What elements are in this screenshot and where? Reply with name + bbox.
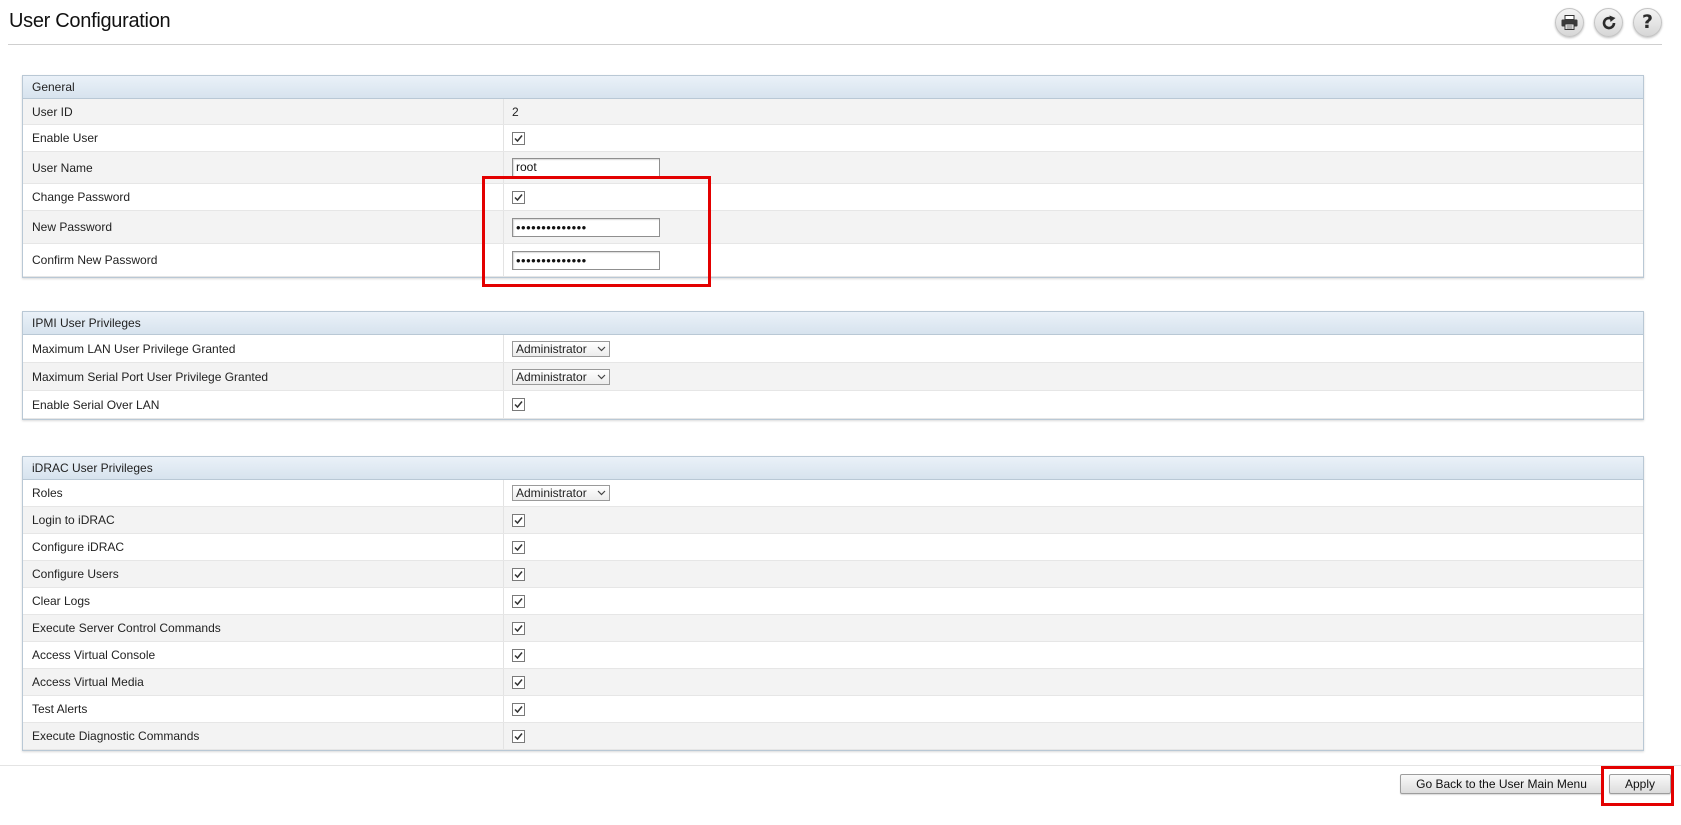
user-id-label: User ID bbox=[32, 104, 73, 119]
privilege-row: Execute Server Control Commands bbox=[23, 615, 1643, 642]
sol-row: Enable Serial Over LAN bbox=[23, 391, 1643, 419]
privilege-checkbox[interactable] bbox=[512, 702, 525, 716]
enable-user-row: Enable User bbox=[23, 125, 1643, 152]
general-panel-title: General bbox=[23, 76, 1643, 99]
user-id-row: User ID 2 bbox=[23, 99, 1643, 125]
user-name-row: User Name root bbox=[23, 152, 1643, 184]
privilege-label: Test Alerts bbox=[32, 702, 88, 716]
lan-privilege-value: Administrator bbox=[516, 341, 587, 356]
help-icon[interactable]: ? bbox=[1633, 8, 1662, 37]
privilege-row: Clear Logs bbox=[23, 588, 1643, 615]
privilege-label: Configure Users bbox=[32, 567, 119, 581]
privilege-label: Configure iDRAC bbox=[32, 540, 125, 554]
privilege-checkbox[interactable] bbox=[512, 540, 525, 554]
privilege-checkbox[interactable] bbox=[512, 648, 525, 662]
privilege-label: Access Virtual Console bbox=[32, 648, 156, 662]
check-icon bbox=[514, 401, 523, 409]
check-icon bbox=[514, 732, 523, 740]
confirm-password-input[interactable]: •••••••••••••• bbox=[512, 250, 660, 270]
privilege-checkbox[interactable] bbox=[512, 594, 525, 608]
page-title: User Configuration bbox=[9, 10, 171, 32]
chevron-down-icon bbox=[597, 490, 606, 496]
privilege-row: Configure iDRAC bbox=[23, 534, 1643, 561]
privilege-label: Login to iDRAC bbox=[32, 513, 115, 527]
enable-user-checkbox[interactable] bbox=[512, 131, 525, 145]
check-icon bbox=[514, 597, 523, 605]
user-name-label: User Name bbox=[32, 160, 93, 175]
sol-checkbox[interactable] bbox=[512, 398, 525, 411]
chevron-down-icon bbox=[597, 346, 606, 351]
privilege-row: Access Virtual Media bbox=[23, 669, 1643, 696]
check-icon bbox=[514, 705, 523, 713]
check-icon bbox=[514, 624, 523, 632]
chevron-down-icon bbox=[597, 374, 606, 379]
privilege-row: Login to iDRAC bbox=[23, 507, 1643, 534]
confirm-password-row: Confirm New Password •••••••••••••• bbox=[23, 244, 1643, 277]
privilege-checkbox[interactable] bbox=[512, 621, 525, 635]
check-icon bbox=[514, 543, 523, 551]
roles-label: Roles bbox=[32, 486, 63, 500]
lan-privilege-row: Maximum LAN User Privilege Granted Admin… bbox=[23, 335, 1643, 363]
privilege-checkbox[interactable] bbox=[512, 675, 525, 689]
serial-privilege-value: Administrator bbox=[516, 369, 587, 384]
back-to-user-menu-button[interactable]: Go Back to the User Main Menu bbox=[1400, 774, 1603, 794]
ipmi-panel: IPMI User Privileges Maximum LAN User Pr… bbox=[22, 311, 1644, 420]
lan-privilege-select[interactable]: Administrator bbox=[512, 340, 610, 357]
check-icon bbox=[514, 134, 523, 142]
serial-privilege-label: Maximum Serial Port User Privilege Grant… bbox=[32, 369, 269, 384]
new-password-label: New Password bbox=[32, 220, 113, 234]
serial-privilege-select[interactable]: Administrator bbox=[512, 368, 610, 385]
check-icon bbox=[514, 193, 523, 201]
privilege-row: Execute Diagnostic Commands bbox=[23, 723, 1643, 750]
idrac-panel-title: iDRAC User Privileges bbox=[23, 457, 1643, 480]
check-icon bbox=[514, 651, 523, 659]
privilege-row: Test Alerts bbox=[23, 696, 1643, 723]
change-password-checkbox[interactable] bbox=[512, 190, 525, 204]
privilege-checkbox[interactable] bbox=[512, 729, 525, 743]
new-password-input[interactable]: •••••••••••••• bbox=[512, 217, 660, 237]
privilege-row: Access Virtual Console bbox=[23, 642, 1643, 669]
privilege-label: Clear Logs bbox=[32, 594, 91, 608]
check-icon bbox=[514, 678, 523, 686]
confirm-password-label: Confirm New Password bbox=[32, 253, 158, 267]
privilege-label: Execute Server Control Commands bbox=[32, 621, 221, 635]
privilege-label: Access Virtual Media bbox=[32, 675, 144, 689]
general-rows: User ID 2 Enable User User Name root Cha… bbox=[23, 99, 1643, 277]
roles-row: Roles Administrator bbox=[23, 480, 1643, 507]
privilege-checkbox[interactable] bbox=[512, 513, 525, 527]
header-toolbar: ? bbox=[1555, 8, 1662, 37]
new-password-row: New Password •••••••••••••• bbox=[23, 211, 1643, 244]
privilege-row: Configure Users bbox=[23, 561, 1643, 588]
page-header: User Configuration ? bbox=[8, 0, 1662, 45]
idrac-panel: iDRAC User Privileges Roles Administrato… bbox=[22, 456, 1644, 751]
change-password-label: Change Password bbox=[32, 190, 131, 204]
privilege-checkbox[interactable] bbox=[512, 567, 525, 581]
print-icon[interactable] bbox=[1555, 8, 1584, 37]
general-panel: General User ID 2 Enable User User Name … bbox=[22, 75, 1644, 278]
sol-label: Enable Serial Over LAN bbox=[32, 397, 160, 412]
privilege-list: Login to iDRAC Configure iDRAC Configure U… bbox=[23, 507, 1643, 750]
enable-user-label: Enable User bbox=[32, 131, 99, 145]
roles-value: Administrator bbox=[516, 486, 587, 500]
check-icon bbox=[514, 516, 523, 524]
serial-privilege-row: Maximum Serial Port User Privilege Grant… bbox=[23, 363, 1643, 391]
apply-button[interactable]: Apply bbox=[1609, 774, 1671, 794]
change-password-row: Change Password bbox=[23, 184, 1643, 211]
check-icon bbox=[514, 570, 523, 578]
user-id-value: 2 bbox=[512, 104, 519, 119]
roles-select[interactable]: Administrator bbox=[512, 485, 610, 501]
refresh-icon[interactable] bbox=[1594, 8, 1623, 37]
privilege-label: Execute Diagnostic Commands bbox=[32, 729, 200, 743]
footer-divider bbox=[0, 765, 1681, 766]
user-name-input[interactable]: root bbox=[512, 158, 660, 177]
ipmi-panel-title: IPMI User Privileges bbox=[23, 312, 1643, 335]
lan-privilege-label: Maximum LAN User Privilege Granted bbox=[32, 341, 236, 356]
